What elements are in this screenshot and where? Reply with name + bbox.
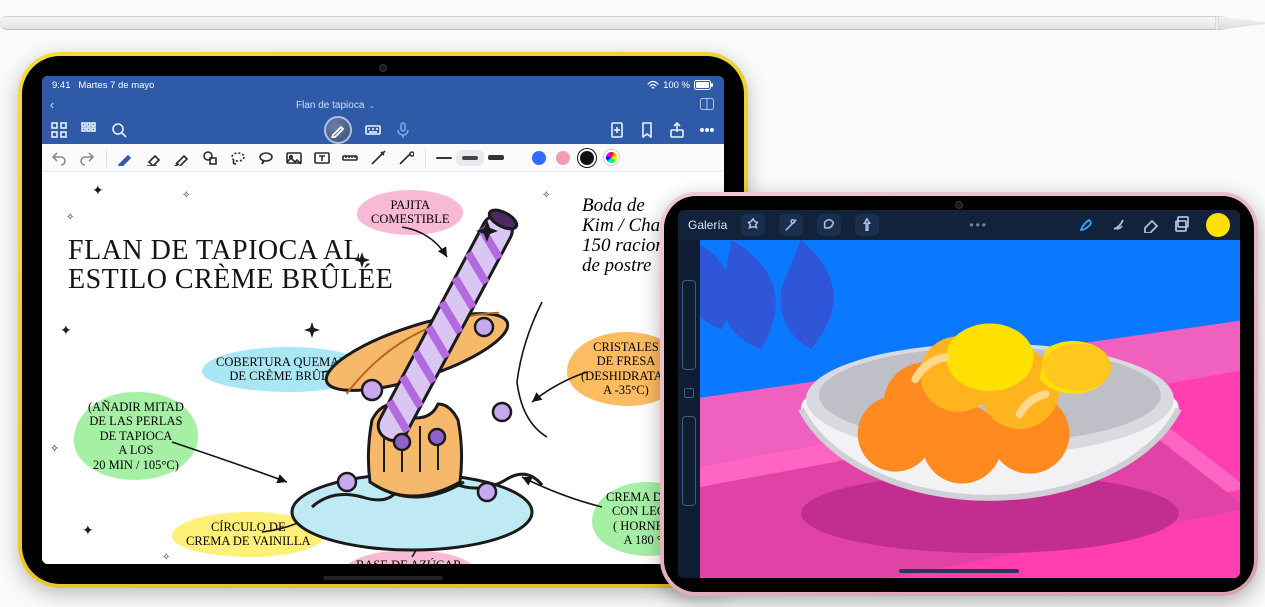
procreate-app-screen: Galería ••• — [678, 210, 1240, 578]
eraser-tool[interactable] — [145, 149, 163, 167]
procreate-canvas[interactable] — [678, 240, 1240, 578]
actions-button[interactable] — [741, 214, 765, 236]
sparkle-icon: ✦ — [82, 522, 94, 539]
more-icon[interactable] — [698, 121, 716, 139]
drawing-canvas[interactable]: Flan de tapioca al estilo crème brûlée ✦… — [42, 172, 724, 564]
highlighter-tool[interactable] — [173, 149, 191, 167]
chevron-down-icon: ⌄ — [368, 101, 375, 110]
microphone-icon[interactable] — [394, 121, 412, 139]
transform-button[interactable] — [855, 214, 879, 236]
gallery-button[interactable]: Galería — [688, 218, 727, 232]
multitask-dots-icon[interactable]: ••• — [969, 218, 988, 232]
color-pink[interactable] — [556, 151, 570, 165]
status-time: 9:41 — [52, 80, 71, 91]
sparkle-icon: ✧ — [50, 442, 59, 455]
color-swatch[interactable] — [1206, 213, 1230, 237]
comment-tool[interactable] — [257, 149, 275, 167]
opacity-slider[interactable] — [682, 416, 696, 506]
brush-tool[interactable] — [1078, 215, 1096, 236]
grid-icon[interactable] — [50, 121, 68, 139]
apple-pencil — [0, 8, 1265, 38]
document-title-bar: ‹ Flan de tapioca ⌄ — [42, 94, 724, 116]
shape-tool[interactable] — [201, 149, 219, 167]
pointer-tool[interactable] — [397, 149, 415, 167]
color-picker-icon[interactable] — [604, 150, 619, 165]
goodnotes-app-screen: 9:41 Martes 7 de mayo 100 % ‹ Flan de ta… — [42, 76, 724, 564]
search-icon[interactable] — [110, 121, 128, 139]
sparkle-icon: ✧ — [182, 190, 190, 201]
home-indicator — [323, 576, 443, 580]
color-black-selected[interactable] — [580, 151, 594, 165]
selection-button[interactable] — [817, 214, 841, 236]
sparkle-icon: ✧ — [162, 552, 170, 563]
document-title[interactable]: Flan de tapioca ⌄ — [296, 100, 375, 111]
stroke-thick[interactable] — [488, 155, 504, 160]
pen-tool[interactable] — [117, 149, 135, 167]
thumbnails-icon[interactable] — [80, 121, 98, 139]
laser-tool[interactable] — [369, 149, 387, 167]
ruler-tool[interactable] — [341, 149, 359, 167]
status-battery-text: 100 % — [663, 80, 690, 91]
sparkle-icon: ✧ — [66, 212, 74, 223]
smudge-tool[interactable] — [1110, 215, 1128, 236]
modify-button[interactable] — [684, 388, 694, 398]
ipad-mini-device: Galería ••• — [660, 192, 1258, 596]
status-bar: 9:41 Martes 7 de mayo 100 % — [42, 76, 724, 94]
add-page-icon[interactable] — [608, 121, 626, 139]
ipad-large-device: 9:41 Martes 7 de mayo 100 % ‹ Flan de ta… — [18, 52, 748, 588]
back-button[interactable]: ‹ — [42, 94, 62, 116]
text-tool[interactable] — [313, 149, 331, 167]
home-indicator — [899, 569, 1019, 573]
stroke-thin[interactable] — [436, 157, 452, 159]
bookmark-icon[interactable] — [638, 121, 656, 139]
lasso-tool[interactable] — [229, 149, 247, 167]
adjustments-button[interactable] — [779, 214, 803, 236]
wifi-icon — [647, 80, 659, 90]
eraser-tool[interactable] — [1142, 215, 1160, 236]
sparkle-icon: ✦ — [92, 182, 104, 199]
label-perlas: (AÑADIR MITAD DE LAS PERLAS DE TAPIOCA A… — [74, 392, 198, 480]
share-icon[interactable] — [668, 121, 686, 139]
main-toolbar — [42, 116, 724, 144]
front-camera — [379, 64, 387, 72]
front-camera — [955, 201, 963, 209]
stroke-medium[interactable] — [462, 156, 478, 160]
undo-button[interactable] — [50, 149, 68, 167]
split-view-icon[interactable] — [700, 98, 714, 113]
brush-size-slider[interactable] — [682, 280, 696, 370]
flan-illustration — [252, 182, 582, 564]
battery-icon — [694, 80, 714, 90]
sparkle-icon: ✦ — [60, 322, 72, 339]
image-tool[interactable] — [285, 149, 303, 167]
status-date: Martes 7 de mayo — [78, 80, 154, 91]
side-slider-dock — [678, 240, 700, 578]
redo-button[interactable] — [78, 149, 96, 167]
fruit-bowl-artwork — [700, 240, 1240, 578]
document-title-text: Flan de tapioca — [296, 100, 364, 111]
keyboard-icon[interactable] — [364, 121, 382, 139]
procreate-toolbar: Galería ••• — [678, 210, 1240, 240]
tool-options-row — [42, 144, 724, 172]
stylus-mode-button[interactable] — [324, 116, 352, 144]
layers-button[interactable] — [1174, 215, 1192, 236]
color-blue[interactable] — [532, 151, 546, 165]
